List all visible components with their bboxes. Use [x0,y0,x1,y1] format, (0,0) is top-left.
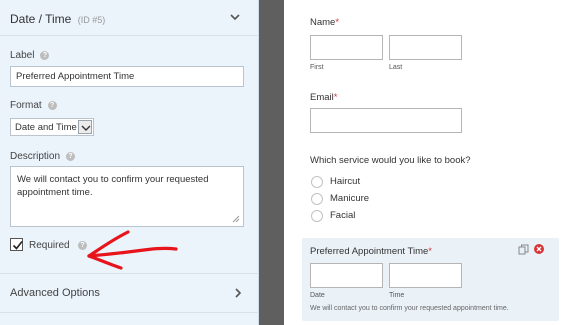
field-options-header[interactable]: Date / Time (ID #5) [0,0,259,36]
first-sublabel: First [310,64,324,71]
format-caption-row: Format? [10,100,57,111]
description-caption: Description [10,151,61,162]
advanced-options-label: Advanced Options [10,287,100,299]
field-options-panel: Date / Time (ID #5) Label? Preferred App… [0,0,259,325]
required-asterisk: * [428,246,432,257]
description-text: We will contact you to confirm your requ… [17,174,209,198]
radio-label-facial[interactable]: Facial [330,210,355,221]
appointment-field-label: Preferred Appointment Time* [310,246,432,257]
field-options-title: Date / Time (ID #5) [10,12,105,26]
dropdown-arrow-icon[interactable] [78,120,92,134]
radio-facial[interactable] [311,210,323,222]
label-caption-row: Label? [10,50,50,61]
chevron-down-icon[interactable] [228,10,242,24]
service-question[interactable]: Which service would you like to book? [310,155,471,166]
name-label: Name [310,17,336,28]
help-icon[interactable]: ? [47,101,57,110]
field-type-title: Date / Time [10,12,72,26]
form-preview: Name* First Last Email* Which service wo… [284,0,562,325]
appointment-label: Preferred Appointment Time [310,246,429,257]
help-icon[interactable]: ? [66,152,76,161]
radio-label-manicure[interactable]: Manicure [330,193,369,204]
last-name-input[interactable] [389,35,462,60]
delete-icon[interactable] [534,244,544,254]
field-id-label: (ID #5) [77,15,106,25]
checkmark-icon [12,241,23,250]
last-sublabel: Last [389,64,403,71]
radio-manicure[interactable] [311,193,323,205]
duplicate-icon[interactable] [518,244,529,255]
email-input[interactable] [310,108,462,133]
required-checkbox[interactable] [10,238,23,251]
first-name-input[interactable] [310,35,383,60]
format-caption: Format [10,100,42,111]
selected-datetime-field[interactable]: Preferred Appointment Time* Date Time We… [302,238,559,321]
required-asterisk: * [335,17,340,28]
time-sublabel: Time [389,292,405,299]
date-input[interactable] [310,263,383,288]
time-input[interactable] [389,263,462,288]
radio-haircut[interactable] [311,176,323,188]
radio-label-haircut[interactable]: Haircut [330,176,360,187]
email-field-label[interactable]: Email* [310,92,337,103]
name-field-label[interactable]: Name* [310,17,339,28]
appointment-description: We will contact you to confirm your requ… [310,305,509,312]
divider [0,312,259,313]
format-selected-value: Date and Time [15,122,77,133]
format-select[interactable]: Date and Time [10,118,94,136]
panel-divider-bar [259,0,284,325]
help-icon[interactable]: ? [40,51,50,60]
advanced-options-toggle[interactable]: Advanced Options [0,274,259,312]
chevron-right-icon [235,288,242,298]
email-label: Email [310,92,334,103]
required-asterisk: * [333,92,338,103]
label-input[interactable]: Preferred Appointment Time [10,66,244,87]
date-sublabel: Date [310,292,325,299]
description-textarea[interactable]: We will contact you to confirm your requ… [10,166,244,227]
description-caption-row: Description? [10,151,76,162]
required-label[interactable]: Required [29,240,70,251]
label-caption: Label [10,50,35,61]
help-icon[interactable]: ? [78,241,87,250]
resize-grip-icon[interactable] [232,215,240,223]
